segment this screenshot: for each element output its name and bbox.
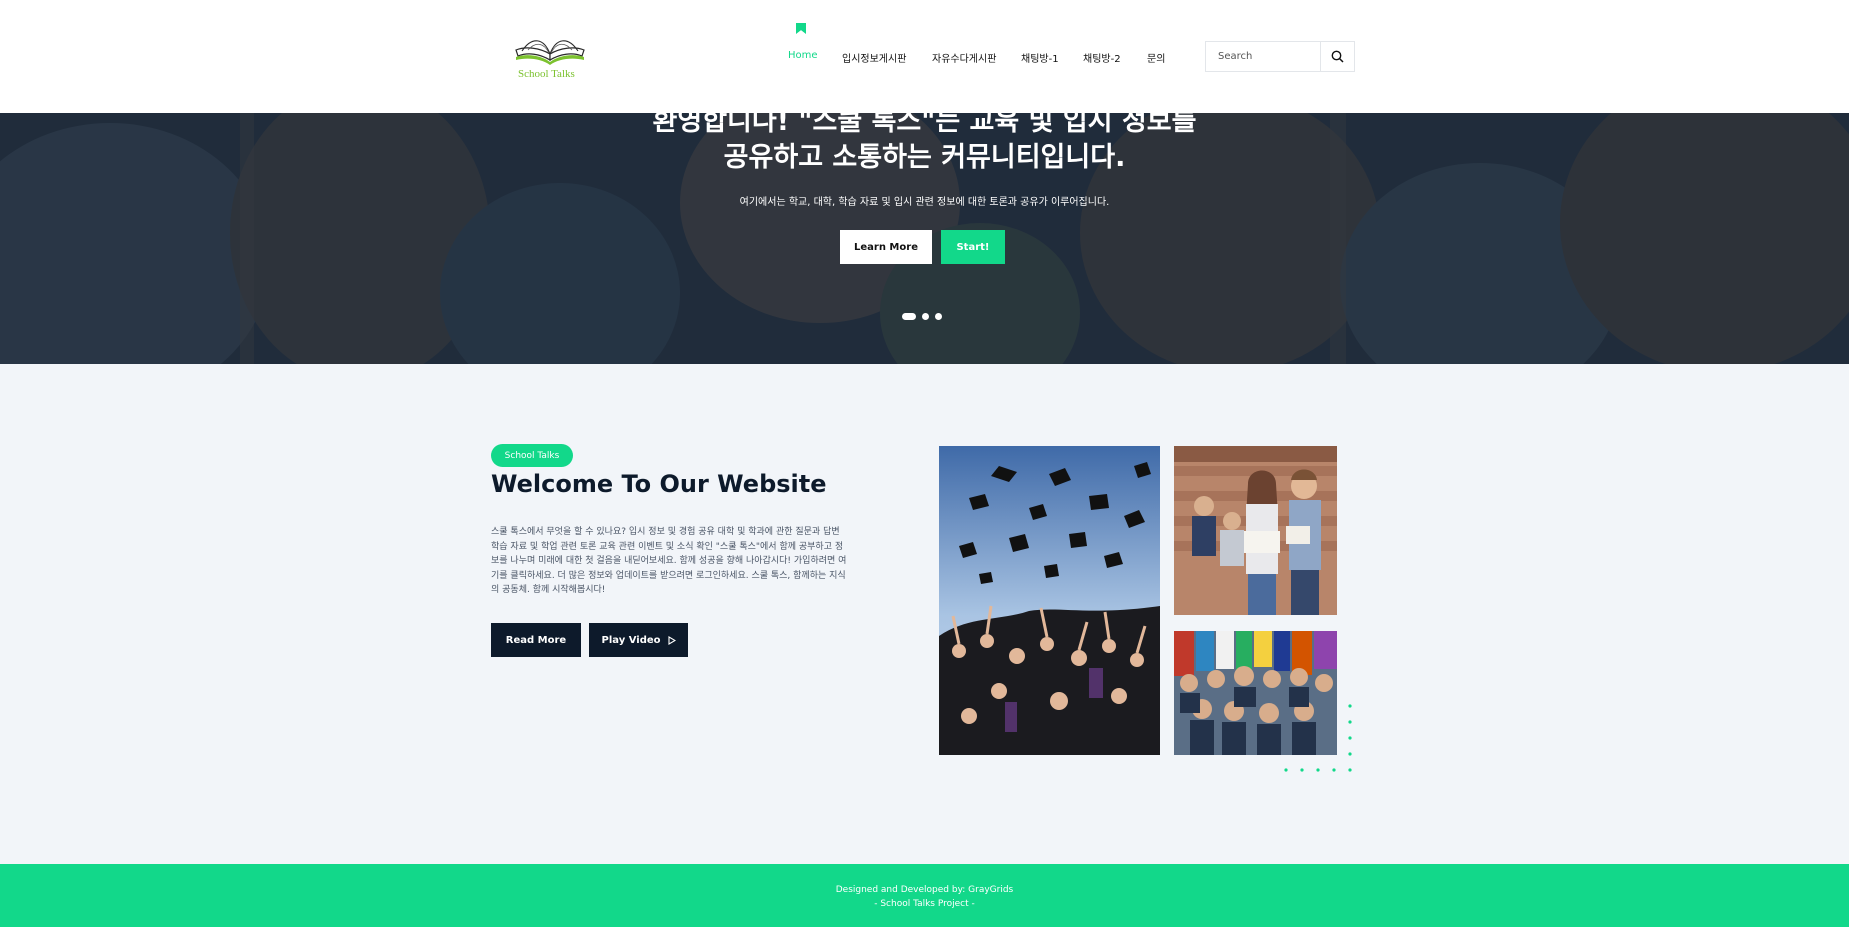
search-box: [1205, 41, 1355, 72]
site-header: School Talks Home 입시정보게시판 자유수다게시판 채팅방-1 …: [0, 0, 1849, 113]
hero-banner: 환영합니다! "스쿨 톡스"는 교육 및 입시 정보를 공유하고 소통하는 커뮤…: [0, 113, 1849, 364]
search-input[interactable]: [1206, 42, 1322, 71]
hero-title-line1: 환영합니다! "스쿨 톡스"는 교육 및 입시 정보를: [652, 113, 1197, 137]
start-button[interactable]: Start!: [941, 230, 1005, 264]
learn-more-button[interactable]: Learn More: [840, 230, 932, 264]
play-icon: [667, 635, 676, 645]
slider-dot-2[interactable]: [922, 313, 929, 320]
read-more-button[interactable]: Read More: [491, 623, 581, 657]
nav-chat-room-2[interactable]: 채팅방-2: [1083, 50, 1121, 65]
hero-subtitle: 여기에서는 학교, 대학, 학습 자료 및 입시 관련 정보에 대한 토론과 공…: [739, 197, 1110, 208]
footer-credits: Designed and Developed by: GrayGrids: [835, 885, 1014, 895]
nav-contact[interactable]: 문의: [1147, 50, 1165, 65]
slider-dot-3[interactable]: [935, 313, 942, 320]
site-footer: [0, 864, 1849, 927]
students-image: [1174, 446, 1337, 615]
section-badge: School Talks: [491, 444, 573, 467]
logo-text: School Talks: [518, 68, 575, 80]
footer-project-name: - School Talks Project -: [874, 899, 975, 909]
graduation-image: [939, 446, 1160, 755]
logo[interactable]: School Talks: [510, 30, 590, 85]
search-button[interactable]: [1320, 42, 1354, 71]
nav-free-talk-board[interactable]: 자유수다게시판: [932, 50, 996, 65]
nav-chat-room-1[interactable]: 채팅방-1: [1021, 50, 1059, 65]
nav-home[interactable]: Home: [788, 50, 818, 61]
about-title: Welcome To Our Website: [491, 470, 827, 498]
decorative-dots: [1284, 704, 1352, 772]
active-nav-marker-icon: [796, 23, 806, 34]
nav-admissions-board[interactable]: 입시정보게시판: [842, 50, 906, 65]
slider-dot-1[interactable]: [902, 313, 916, 320]
play-video-label: Play Video: [601, 634, 661, 646]
hero-title: 환영합니다! "스쿨 톡스"는 교육 및 입시 정보를 공유하고 소통하는 커뮤…: [0, 113, 1849, 176]
about-text: 스쿨 톡스에서 무엇을 할 수 있나요? 입시 정보 및 경험 공유 대학 및 …: [491, 527, 847, 595]
book-logo-icon: [515, 40, 585, 65]
play-video-button[interactable]: Play Video: [589, 623, 688, 657]
hero-title-line2: 공유하고 소통하는 커뮤니티입니다.: [723, 142, 1126, 173]
search-icon: [1331, 50, 1344, 63]
